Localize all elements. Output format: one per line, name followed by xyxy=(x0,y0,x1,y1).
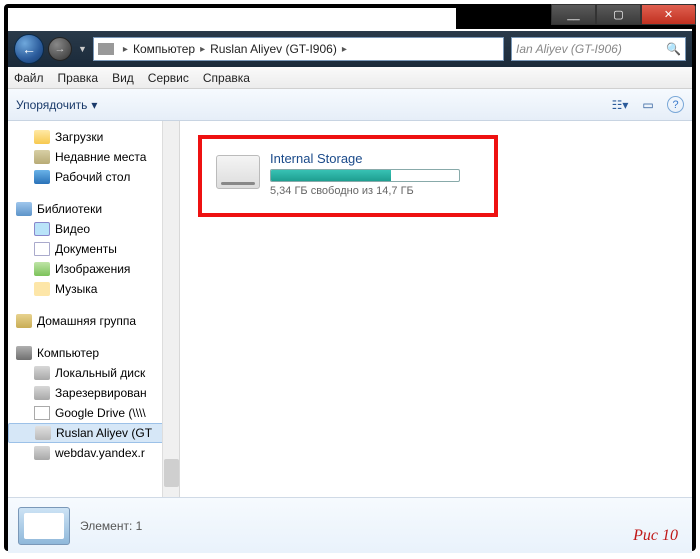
navigation-pane: Загрузки Недавние места Рабочий стол Биб… xyxy=(8,121,180,497)
breadcrumb-computer[interactable]: Компьютер xyxy=(133,42,195,56)
sidebar-item-downloads[interactable]: Загрузки xyxy=(8,127,179,147)
menu-edit[interactable]: Правка xyxy=(58,71,99,85)
capacity-bar xyxy=(270,169,460,182)
sidebar-group-homegroup[interactable]: Домашняя группа xyxy=(8,311,179,331)
command-bar: Упорядочить ▾ ☷ ▾ ▭ ? xyxy=(8,89,692,121)
organize-label: Упорядочить xyxy=(16,98,87,112)
organize-button[interactable]: Упорядочить ▾ xyxy=(16,98,97,112)
netdrive-icon xyxy=(34,446,50,460)
sidebar-item-localdisk[interactable]: Локальный диск xyxy=(8,363,179,383)
details-pane: Элемент: 1 Рис 10 xyxy=(8,497,692,553)
pictures-icon xyxy=(34,262,50,276)
sidebar-item-reserved[interactable]: Зарезервирован xyxy=(8,383,179,403)
homegroup-icon xyxy=(16,314,32,328)
search-icon[interactable]: 🔍 xyxy=(666,42,681,56)
sidebar-item-documents[interactable]: Документы xyxy=(8,239,179,259)
menu-help[interactable]: Справка xyxy=(203,71,250,85)
menu-view[interactable]: Вид xyxy=(112,71,134,85)
music-icon xyxy=(34,282,50,296)
sidebar-item-gdrive[interactable]: Google Drive (\\\\ xyxy=(8,403,179,423)
gdrive-icon xyxy=(34,406,50,420)
menu-bar: Файл Правка Вид Сервис Справка xyxy=(8,67,692,89)
sidebar-item-label: Документы xyxy=(55,242,117,256)
document-icon xyxy=(34,242,50,256)
views-button[interactable]: ☷ ▾ xyxy=(611,96,629,114)
sidebar-group-libraries[interactable]: Библиотеки xyxy=(8,199,179,219)
body: Загрузки Недавние места Рабочий стол Биб… xyxy=(8,121,692,497)
window-frame: __ ▢ ✕ ← → ▼ ▸ Компьютер ▸ Ruslan Aliyev… xyxy=(4,4,696,551)
sidebar-item-device[interactable]: Ruslan Aliyev (GT xyxy=(8,423,179,443)
sidebar-item-label: Библиотеки xyxy=(37,202,102,216)
help-button[interactable]: ? xyxy=(667,96,684,113)
video-icon xyxy=(34,222,50,236)
menu-tools[interactable]: Сервис xyxy=(148,71,189,85)
sidebar-group-computer[interactable]: Компьютер xyxy=(8,343,179,363)
sidebar-item-label: Ruslan Aliyev (GT xyxy=(56,426,152,440)
sidebar-item-video[interactable]: Видео xyxy=(8,219,179,239)
crumb-sep-icon: ▸ xyxy=(337,44,352,55)
capacity-fill xyxy=(271,170,391,181)
sidebar-item-label: Google Drive (\\\\ xyxy=(55,406,146,420)
annotation-highlight: Internal Storage 5,34 ГБ свободно из 14,… xyxy=(198,135,498,217)
navigation-bar: ← → ▼ ▸ Компьютер ▸ Ruslan Aliyev (GT-I9… xyxy=(8,31,692,67)
sidebar-item-recent[interactable]: Недавние места xyxy=(8,147,179,167)
capacity-text: 5,34 ГБ свободно из 14,7 ГБ xyxy=(270,185,460,197)
content-pane: Internal Storage 5,34 ГБ свободно из 14,… xyxy=(180,121,692,497)
hdd-icon xyxy=(34,386,50,400)
sidebar-item-label: webdav.yandex.r xyxy=(55,446,145,460)
history-dropdown-icon[interactable]: ▼ xyxy=(76,44,89,54)
sidebar-item-label: Загрузки xyxy=(55,130,103,144)
sidebar-item-label: Рабочий стол xyxy=(55,170,130,184)
sidebar-item-label: Музыка xyxy=(55,282,97,296)
drive-icon xyxy=(216,155,260,189)
sidebar-item-label: Локальный диск xyxy=(55,366,145,380)
sidebar-scrollbar[interactable] xyxy=(162,121,179,497)
desktop-icon xyxy=(34,170,50,184)
details-count: Элемент: 1 xyxy=(80,519,142,533)
sidebar-item-label: Домашняя группа xyxy=(37,314,136,328)
sidebar-item-desktop[interactable]: Рабочий стол xyxy=(8,167,179,187)
places-icon xyxy=(34,150,50,164)
figure-caption: Рис 10 xyxy=(633,527,678,545)
sidebar-item-pictures[interactable]: Изображения xyxy=(8,259,179,279)
search-input[interactable]: Ian Aliyev (GT-I906) 🔍 xyxy=(511,37,686,61)
crumb-sep-icon: ▸ xyxy=(118,44,133,55)
sidebar-item-label: Видео xyxy=(55,222,90,236)
folder-icon xyxy=(34,130,50,144)
sidebar-item-label: Недавние места xyxy=(55,150,146,164)
forward-button[interactable]: → xyxy=(48,37,72,61)
location-icon xyxy=(98,43,114,55)
libraries-icon xyxy=(16,202,32,216)
breadcrumb-device[interactable]: Ruslan Aliyev (GT-I906) xyxy=(210,42,337,56)
scrollbar-thumb[interactable] xyxy=(164,459,179,487)
details-thumb-icon xyxy=(18,507,70,545)
hdd-icon xyxy=(34,366,50,380)
computer-icon xyxy=(16,346,32,360)
sidebar-item-label: Зарезервирован xyxy=(55,386,147,400)
menu-file[interactable]: Файл xyxy=(14,71,44,85)
preview-pane-button[interactable]: ▭ xyxy=(639,96,657,114)
minimize-button[interactable]: __ xyxy=(551,4,596,25)
sidebar-item-label: Компьютер xyxy=(37,346,99,360)
chevron-down-icon: ▾ xyxy=(622,98,628,112)
chevron-down-icon: ▾ xyxy=(91,98,97,112)
device-icon xyxy=(35,426,51,440)
crumb-sep-icon: ▸ xyxy=(195,44,210,55)
storage-name: Internal Storage xyxy=(270,151,460,166)
back-button[interactable]: ← xyxy=(14,34,44,64)
address-bar[interactable]: ▸ Компьютер ▸ Ruslan Aliyev (GT-I906) ▸ xyxy=(93,37,504,61)
storage-info: Internal Storage 5,34 ГБ свободно из 14,… xyxy=(270,151,460,197)
sidebar-item-webdav[interactable]: webdav.yandex.r xyxy=(8,443,179,463)
storage-item[interactable]: Internal Storage 5,34 ГБ свободно из 14,… xyxy=(212,147,484,201)
maximize-button[interactable]: ▢ xyxy=(596,4,641,25)
close-button[interactable]: ✕ xyxy=(641,4,696,25)
sidebar-item-music[interactable]: Музыка xyxy=(8,279,179,299)
views-icon: ☷ xyxy=(612,98,623,112)
search-placeholder: Ian Aliyev (GT-I906) xyxy=(516,42,622,56)
titlebar-controls: __ ▢ ✕ xyxy=(456,4,696,29)
sidebar-item-label: Изображения xyxy=(55,262,130,276)
